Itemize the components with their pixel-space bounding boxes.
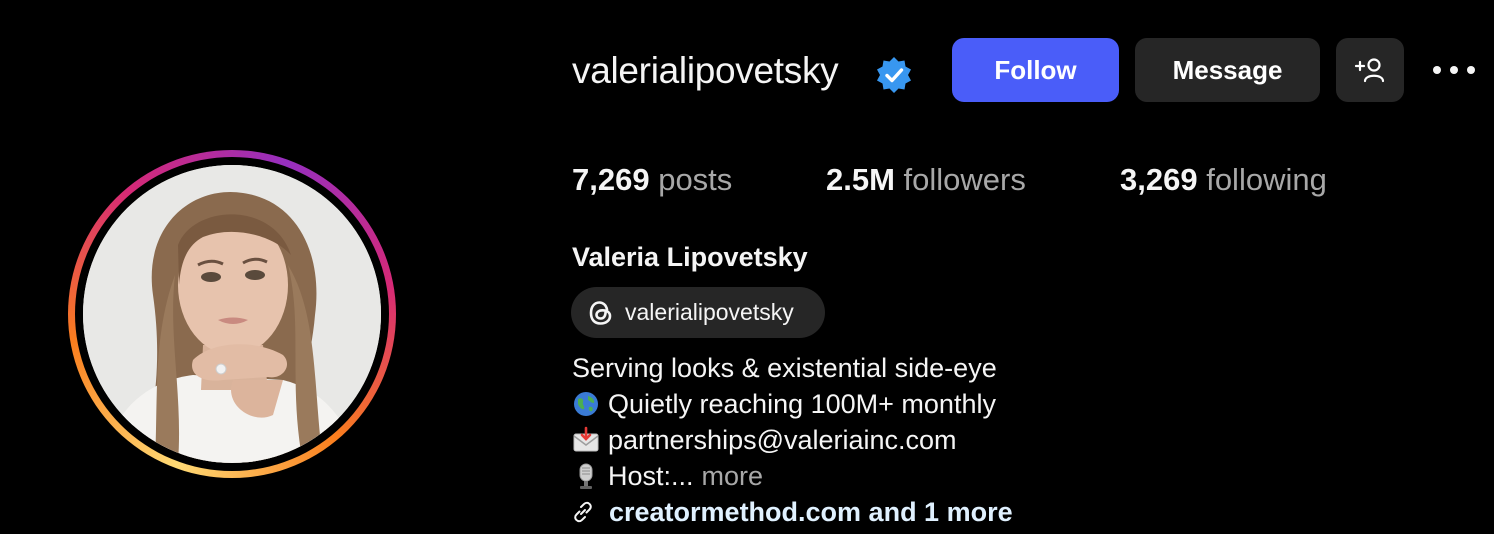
ellipsis-icon bbox=[1433, 66, 1475, 74]
posts-value: 7,269 bbox=[572, 162, 650, 197]
bio-text-1: Serving looks & existential side-eye bbox=[572, 353, 997, 383]
link-text: creatormethod.com and 1 more bbox=[609, 497, 1013, 527]
bio-line-1: Serving looks & existential side-eye bbox=[572, 350, 997, 386]
threads-icon bbox=[589, 300, 612, 325]
followers-label: followers bbox=[903, 162, 1026, 197]
followers-value: 2.5M bbox=[826, 162, 895, 197]
globe-icon bbox=[574, 392, 598, 416]
following-value: 3,269 bbox=[1120, 162, 1198, 197]
username: valerialipovetsky bbox=[572, 50, 839, 91]
threads-handle: valerialipovetsky bbox=[625, 299, 794, 325]
following-label: following bbox=[1206, 162, 1327, 197]
bio-text-4: Host:... bbox=[608, 461, 694, 491]
bio-text-3: partnerships@valeriainc.com bbox=[608, 425, 957, 455]
bio-line-2: Quietly reaching 100M+ monthly bbox=[572, 386, 996, 422]
posts-count: 7,269 posts bbox=[572, 160, 732, 200]
link-icon bbox=[574, 501, 592, 523]
posts-label: posts bbox=[658, 162, 733, 197]
full-name: Valeria Lipovetsky bbox=[572, 242, 808, 272]
bio-text-2: Quietly reaching 100M+ monthly bbox=[608, 389, 996, 419]
envelope-icon bbox=[573, 426, 599, 452]
threads-badge[interactable]: valerialipovetsky bbox=[571, 287, 825, 338]
profile-header: valerialipovetsky Follow Message 7,269 p… bbox=[0, 0, 1494, 534]
add-person-icon bbox=[1354, 58, 1385, 83]
avatar-gap bbox=[75, 157, 389, 471]
followers-link[interactable]: 2.5M followers bbox=[826, 160, 1026, 200]
message-button[interactable]: Message bbox=[1135, 38, 1320, 102]
microphone-icon bbox=[579, 463, 593, 489]
bio-more-link[interactable]: more bbox=[702, 458, 764, 494]
follow-button[interactable]: Follow bbox=[952, 38, 1119, 102]
options-button[interactable] bbox=[1426, 52, 1482, 88]
story-ring[interactable] bbox=[68, 150, 396, 478]
verified-badge-icon bbox=[874, 55, 914, 95]
bio-line-3: partnerships@valeriainc.com bbox=[572, 422, 957, 458]
profile-photo bbox=[83, 165, 381, 463]
following-link[interactable]: 3,269 following bbox=[1120, 160, 1327, 200]
suggested-accounts-button[interactable] bbox=[1336, 38, 1404, 102]
external-link[interactable]: creatormethod.com and 1 more bbox=[570, 494, 1013, 530]
bio-line-4: Host:... more bbox=[572, 458, 763, 494]
avatar[interactable] bbox=[83, 165, 381, 463]
